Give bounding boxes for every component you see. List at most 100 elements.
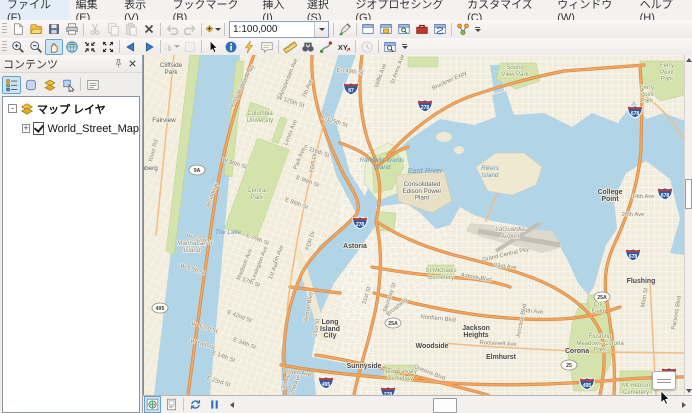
toc-layer-マップ-レイヤ[interactable]: - マップ レイヤ [3,100,139,117]
scroll-up-icon[interactable] [685,55,692,64]
map-label: Sunnyside [347,363,382,370]
scroll-left-icon[interactable] [225,396,239,413]
layer-label[interactable]: マップ レイヤ [37,101,106,117]
horizontal-scroll-thumb[interactable] [433,398,457,413]
pin-icon[interactable] [111,57,125,71]
menu-bar: ファイル(F) 編集(E) 表示(V) ブックマーク(B) 挿入(I) 選択(S) ジオプロ… [0,0,692,26]
toolbar-grip[interactable] [2,40,7,53]
time-slider-button[interactable] [358,39,376,55]
arctoolbox-window-icon [415,22,429,36]
clear-selected-features-button[interactable] [181,39,199,55]
create-viewer-window-icon [383,40,397,54]
toolbar-options-icon[interactable] [472,22,482,37]
map-note-icon[interactable] [652,371,676,390]
search-window-icon [397,22,411,36]
fixed-zoom-out-icon [101,40,115,54]
copy-icon [106,22,120,36]
pan-button[interactable] [45,38,63,55]
zoom-out-button[interactable] [27,39,45,55]
toc-layer-world_street_map[interactable]: + World_Street_Map [3,120,139,137]
search-window-button[interactable] [395,21,413,37]
map-label: New Calvary Cemetery [383,369,417,382]
new-document-button[interactable] [9,21,27,37]
map-horizontal-scrollbar[interactable] [240,396,676,413]
go-to-xy-button[interactable] [335,39,353,55]
toolbar-grip[interactable] [2,23,7,35]
time-slider-icon [360,40,374,54]
pan-icon [47,40,61,54]
data-view-button[interactable] [144,396,161,413]
paste-button[interactable] [122,21,140,37]
vertical-scroll-thumb[interactable] [685,179,692,209]
layer-visibility-checkbox[interactable] [33,122,45,135]
toolbar-separator [355,40,356,53]
html-popup-button[interactable] [258,39,276,55]
delete-button[interactable] [140,21,158,37]
toolbar-separator [333,22,334,36]
cut-button[interactable] [86,21,104,37]
map-label: Fairview [152,117,176,124]
add-data-button[interactable] [204,21,222,37]
print-button[interactable] [63,21,81,37]
paste-icon [124,22,138,36]
map-scale-value[interactable]: 1:100,000 [230,24,314,35]
pause-drawing-button[interactable] [206,396,223,413]
toolbar-options-icon[interactable] [399,39,409,54]
interstate-shield: 278 [380,386,396,395]
select-elements-button[interactable] [204,39,222,55]
refresh-view-button[interactable] [187,396,204,413]
open-document-button[interactable] [27,21,45,37]
map-label: Mt Hebron Cemetery [622,383,650,395]
map-label: Elmhurst [486,354,517,361]
list-by-visibility-button[interactable] [40,76,59,94]
copy-button[interactable] [104,21,122,37]
go-back-extent-button[interactable] [122,39,140,55]
measure-button[interactable] [281,39,299,55]
expand-icon[interactable]: + [22,124,31,133]
fixed-zoom-out-button[interactable] [99,39,117,55]
redo-icon [183,22,197,36]
editor-toolbar-button[interactable] [336,21,354,37]
layout-view-button[interactable] [163,396,180,413]
save-document-button[interactable] [45,21,63,37]
map-label: The Lake [215,229,242,236]
create-viewer-window-button[interactable] [381,39,399,55]
find-button[interactable] [299,39,317,55]
python-window-button[interactable] [431,21,449,37]
list-by-drawing-order-button[interactable] [2,75,21,94]
find-route-button[interactable] [317,39,335,55]
list-by-visibility-icon [43,78,57,92]
go-forward-extent-button[interactable] [140,39,158,55]
fixed-zoom-in-button[interactable] [81,39,99,55]
select-features-button[interactable] [163,39,181,55]
zoom-in-button[interactable] [9,39,27,55]
print-icon [65,22,79,36]
map-canvas[interactable]: 872782782784954956786786786789A49525A25A… [143,55,685,395]
toc-options-button[interactable] [83,76,102,94]
close-icon[interactable] [125,57,139,71]
redo-button[interactable] [181,21,199,37]
hyperlink-button[interactable] [240,39,258,55]
list-by-selection-button[interactable] [59,76,78,94]
arctoolbox-window-button[interactable] [413,21,431,37]
map-scale-combo[interactable]: 1:100,000 [229,20,329,38]
layer-label[interactable]: World_Street_Map [47,123,139,135]
toolbar-separator [119,40,120,53]
map-vertical-scrollbar[interactable] [684,55,692,395]
list-by-source-button[interactable] [21,76,40,94]
map-scale-dropdown-icon[interactable] [314,21,328,37]
undo-button[interactable] [163,21,181,37]
identify-button[interactable] [222,39,240,55]
svg-text:495: 495 [583,383,592,389]
svg-text:278: 278 [356,222,365,228]
modelbuilder-button[interactable] [454,21,472,37]
fixed-zoom-in-icon [83,40,97,54]
scroll-right-icon[interactable] [677,396,691,413]
table-of-contents-window-button[interactable] [359,21,377,37]
layout-view-icon [165,398,178,411]
collapse-icon[interactable]: - [8,104,17,113]
catalog-window-button[interactable] [377,21,395,37]
full-extent-button[interactable] [63,39,81,55]
map-label: Ferry Point Park [660,63,674,83]
scroll-down-icon[interactable] [685,386,692,395]
